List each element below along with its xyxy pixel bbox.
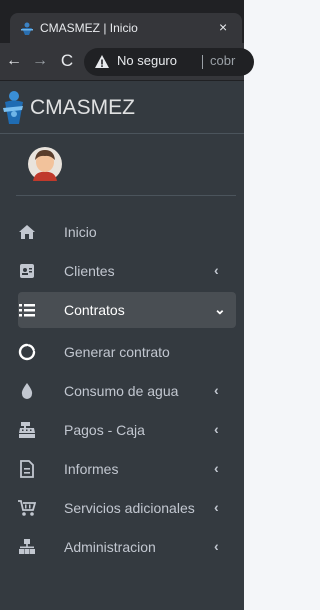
chevron-down-icon: ⌄ xyxy=(214,301,226,317)
back-button[interactable]: ← xyxy=(4,51,24,71)
chevron-left-icon: ‹ xyxy=(214,538,219,554)
url-text: cobr xyxy=(210,53,236,68)
sidebar-item-contratos[interactable]: Contratos ⌄ xyxy=(18,292,236,328)
sidebar-item-clientes[interactable]: Clientes ‹ xyxy=(18,253,236,289)
favicon-icon xyxy=(21,22,33,35)
sidebar-item-label: Informes xyxy=(64,461,119,477)
sidebar-item-label: Administracion xyxy=(64,539,156,555)
sidebar-item-label: Inicio xyxy=(64,224,97,240)
chevron-left-icon: ‹ xyxy=(214,421,219,437)
sidebar-item-generar-contrato[interactable]: Generar contrato xyxy=(18,334,236,370)
forward-button[interactable]: → xyxy=(30,51,50,71)
user-avatar[interactable] xyxy=(28,147,62,181)
sidebar-item-informes[interactable]: Informes ‹ xyxy=(18,451,236,487)
chevron-left-icon: ‹ xyxy=(214,262,219,278)
sidebar-item-administracion[interactable]: Administracion ‹ xyxy=(18,529,236,565)
home-icon xyxy=(19,225,35,239)
security-label: No seguro xyxy=(117,53,177,68)
list-icon xyxy=(19,304,35,317)
document-icon xyxy=(20,460,34,478)
sidebar-item-inicio[interactable]: Inicio xyxy=(18,214,236,250)
water-drop-icon xyxy=(21,383,33,399)
network-icon xyxy=(19,539,35,554)
warning-icon[interactable] xyxy=(94,54,110,70)
address-card-icon xyxy=(20,264,34,278)
address-divider xyxy=(202,55,203,69)
chevron-left-icon: ‹ xyxy=(214,460,219,476)
tab-close-icon[interactable]: × xyxy=(219,19,227,35)
sidebar-item-label: Pagos - Caja xyxy=(64,422,145,438)
sidebar-item-label: Consumo de agua xyxy=(64,383,179,399)
tab-title: CMASMEZ | Inicio xyxy=(40,21,138,35)
sidebar-item-pagos-caja[interactable]: Pagos - Caja ‹ xyxy=(18,412,236,448)
brand-name[interactable]: CMASMEZ xyxy=(30,96,135,120)
cash-register-icon xyxy=(19,422,35,438)
reload-button[interactable]: C xyxy=(57,51,77,71)
user-panel-divider xyxy=(16,195,236,196)
chevron-left-icon: ‹ xyxy=(214,382,219,398)
chevron-left-icon: ‹ xyxy=(214,499,219,515)
sidebar-item-label: Clientes xyxy=(64,263,115,279)
sidebar-item-label: Generar contrato xyxy=(64,344,170,360)
circle-icon xyxy=(18,343,36,361)
cart-icon xyxy=(18,500,36,516)
sidebar-item-label: Servicios adicionales xyxy=(64,500,195,516)
brand-divider xyxy=(0,133,244,134)
brand-logo-icon xyxy=(3,91,23,124)
sidebar-item-label: Contratos xyxy=(64,302,125,318)
sidebar-item-consumo-de-agua[interactable]: Consumo de agua ‹ xyxy=(18,373,236,409)
sidebar-item-servicios-adicionales[interactable]: Servicios adicionales ‹ xyxy=(18,490,236,526)
